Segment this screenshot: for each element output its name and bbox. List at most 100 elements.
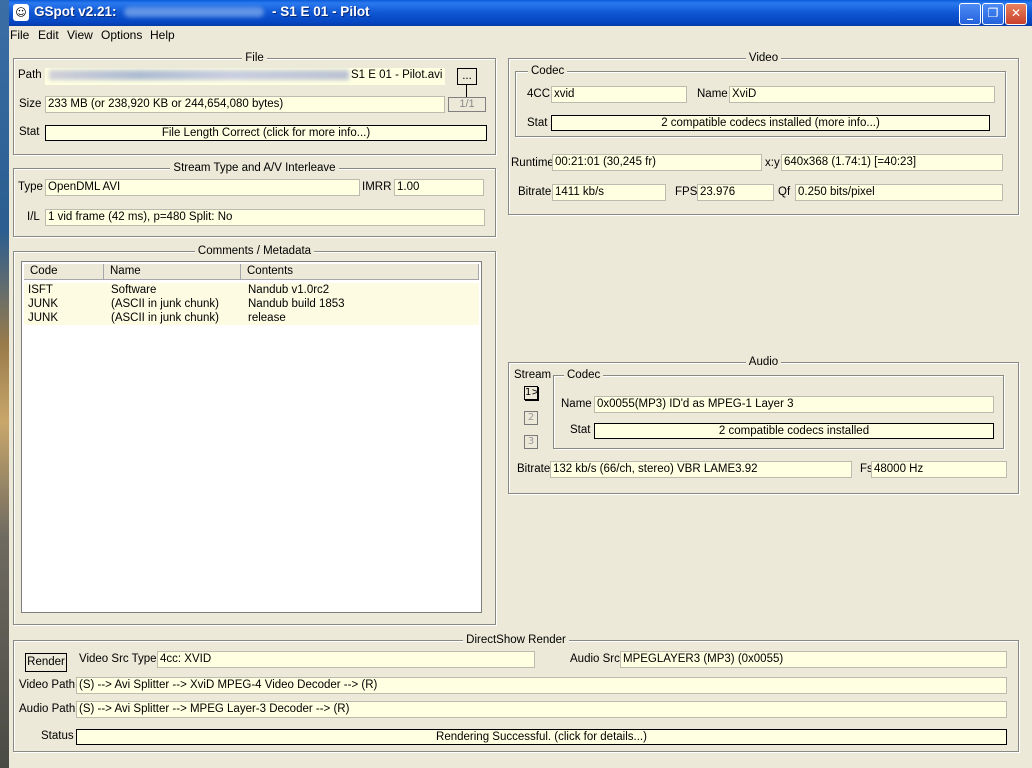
video-group: Video Codec 4CC xvid Name XviD Stat 2 co… <box>508 52 1019 215</box>
directshow-group: DirectShow Render Render Video Src Type … <box>13 634 1019 752</box>
path-field[interactable]: S1 E 01 - Pilot.avi <box>45 68 445 85</box>
page-indicator[interactable]: 1/1 <box>448 97 486 112</box>
path-value: S1 E 01 - Pilot.avi <box>351 69 443 81</box>
stream-group: Stream Type and A/V Interleave Type Open… <box>13 162 496 237</box>
list-item[interactable]: JUNK (ASCII in junk chunk) release <box>24 311 479 325</box>
title-suffix: - S1 E 01 - Pilot <box>268 4 370 19</box>
minimize-icon: _ <box>967 6 973 20</box>
maximize-icon: ❐ <box>987 6 999 20</box>
file-group: File Path S1 E 01 - Pilot.avi ... 1/1 Si… <box>13 52 496 155</box>
video-bitrate-label: Bitrate <box>518 186 552 198</box>
menu-view[interactable]: View <box>67 28 93 42</box>
status-button[interactable]: Rendering Successful. (click for details… <box>76 729 1007 745</box>
cell-name: Software <box>111 284 157 296</box>
stream-group-title: Stream Type and A/V Interleave <box>170 162 339 174</box>
menu-options[interactable]: Options <box>101 28 142 42</box>
imrr-label: IMRR <box>362 181 392 193</box>
metadata-list[interactable]: Code Name Contents ISFT Software Nandub … <box>21 261 482 613</box>
audio-path-field: (S) --> Avi Splitter --> MPEG Layer-3 De… <box>76 701 1007 718</box>
status-label: Status <box>41 730 74 742</box>
cell-name: (ASCII in junk chunk) <box>111 298 220 310</box>
redacted-path <box>49 69 349 80</box>
title-bar[interactable]: ☺ GSpot v2.21: - S1 E 01 - Pilot _ ❐ ✕ <box>9 0 1032 26</box>
audio-stat-button[interactable]: 2 compatible codecs installed <box>594 423 994 439</box>
audio-stat-label: Stat <box>570 424 591 436</box>
browse-button[interactable]: ... <box>457 68 477 85</box>
cell-name: (ASCII in junk chunk) <box>111 312 220 324</box>
audio-name-label: Name <box>561 398 592 410</box>
video-codec-title: Codec <box>528 65 568 77</box>
cell-contents: Nandub build 1853 <box>248 298 345 310</box>
video-group-title: Video <box>745 52 782 64</box>
stream-3-button[interactable]: 3 <box>524 435 538 449</box>
audio-bitrate-field: 132 kb/s (66/ch, stereo) VBR LAME3.92 <box>550 461 852 478</box>
window-title: GSpot v2.21: - S1 E 01 - Pilot <box>34 4 370 19</box>
fps-field: 23.976 <box>697 184 774 201</box>
cell-code: JUNK <box>28 312 59 324</box>
audio-src-field: MPEGLAYER3 (MP3) (0x0055) <box>620 651 1007 668</box>
list-item[interactable]: ISFT Software Nandub v1.0rc2 <box>24 283 479 297</box>
audio-codec-title: Codec <box>564 369 604 381</box>
video-src-field: 4cc: XVID <box>157 651 535 668</box>
gspot-window: ☺ GSpot v2.21: - S1 E 01 - Pilot _ ❐ ✕ F… <box>9 0 1032 768</box>
video-path-label: Video Path <box>19 679 76 691</box>
size-label: Size <box>19 98 42 110</box>
cell-contents: Nandub v1.0rc2 <box>248 284 330 296</box>
file-group-title: File <box>242 52 267 64</box>
stream-1-button[interactable]: 1> <box>524 386 540 400</box>
menu-edit[interactable]: Edit <box>38 28 59 42</box>
title-prefix: GSpot v2.21: <box>34 4 121 19</box>
column-header-contents[interactable]: Contents <box>241 264 479 280</box>
redacted-title-text <box>124 7 265 18</box>
runtime-field: 00:21:01 (30,245 fr) <box>552 154 762 171</box>
render-button[interactable]: Render <box>25 653 67 672</box>
comments-group-title: Comments / Metadata <box>194 245 315 257</box>
audio-src-label: Audio Src <box>570 653 620 665</box>
fourcc-field: xvid <box>551 86 687 103</box>
minimize-button[interactable]: _ <box>959 3 981 25</box>
xy-field: 640x368 (1.74:1) [=40:23] <box>781 154 1003 171</box>
runtime-label: Runtime <box>511 157 554 169</box>
audio-codec-group: Codec Name 0x0055(MP3) ID'd as MPEG-1 La… <box>553 369 1004 449</box>
audio-path-label: Audio Path <box>19 703 76 715</box>
menu-file[interactable]: File <box>10 28 29 42</box>
cell-code: JUNK <box>28 298 59 310</box>
close-button[interactable]: ✕ <box>1005 3 1027 25</box>
type-field: OpenDML AVI <box>45 179 360 196</box>
close-icon: ✕ <box>1010 6 1022 20</box>
qf-field: 0.250 bits/pixel <box>795 184 1003 201</box>
audio-name-field: 0x0055(MP3) ID'd as MPEG-1 Layer 3 <box>594 396 994 413</box>
video-name-field: XviD <box>729 86 995 103</box>
xy-label: x:y <box>765 157 780 169</box>
maximize-button[interactable]: ❐ <box>982 3 1004 25</box>
video-stat-label: Stat <box>527 117 548 129</box>
type-label: Type <box>18 181 43 193</box>
il-label: I/L <box>27 211 40 223</box>
stream-2-button[interactable]: 2 <box>524 411 538 425</box>
path-label: Path <box>18 69 42 81</box>
video-stat-button[interactable]: 2 compatible codecs installed (more info… <box>551 115 990 131</box>
imrr-field: 1.00 <box>394 179 484 196</box>
audio-group-title: Audio <box>745 356 782 368</box>
desktop-background <box>0 0 9 768</box>
stat-label: Stat <box>19 126 40 138</box>
audio-bitrate-label: Bitrate <box>517 463 551 475</box>
video-codec-group: Codec 4CC xvid Name XviD Stat 2 compatib… <box>515 65 1006 137</box>
fs-field: 48000 Hz <box>871 461 1007 478</box>
list-item[interactable]: JUNK (ASCII in junk chunk) Nandub build … <box>24 297 479 311</box>
file-stat-button[interactable]: File Length Correct (click for more info… <box>45 125 487 141</box>
connector-line <box>466 85 467 97</box>
menu-help[interactable]: Help <box>150 28 175 42</box>
fps-label: FPS <box>675 186 698 198</box>
video-bitrate-field: 1411 kb/s <box>552 184 666 201</box>
column-header-code[interactable]: Code <box>24 264 104 280</box>
cell-contents: release <box>248 312 286 324</box>
column-header-name[interactable]: Name <box>104 264 241 280</box>
menu-bar: File Edit View Options Help <box>9 26 1032 45</box>
video-name-label: Name <box>697 88 728 100</box>
video-src-label: Video Src Type <box>79 653 157 665</box>
fourcc-label: 4CC <box>527 88 551 100</box>
stream-label: Stream <box>514 369 552 381</box>
il-field: 1 vid frame (42 ms), p=480 Split: No <box>45 209 485 226</box>
cell-code: ISFT <box>28 284 53 296</box>
